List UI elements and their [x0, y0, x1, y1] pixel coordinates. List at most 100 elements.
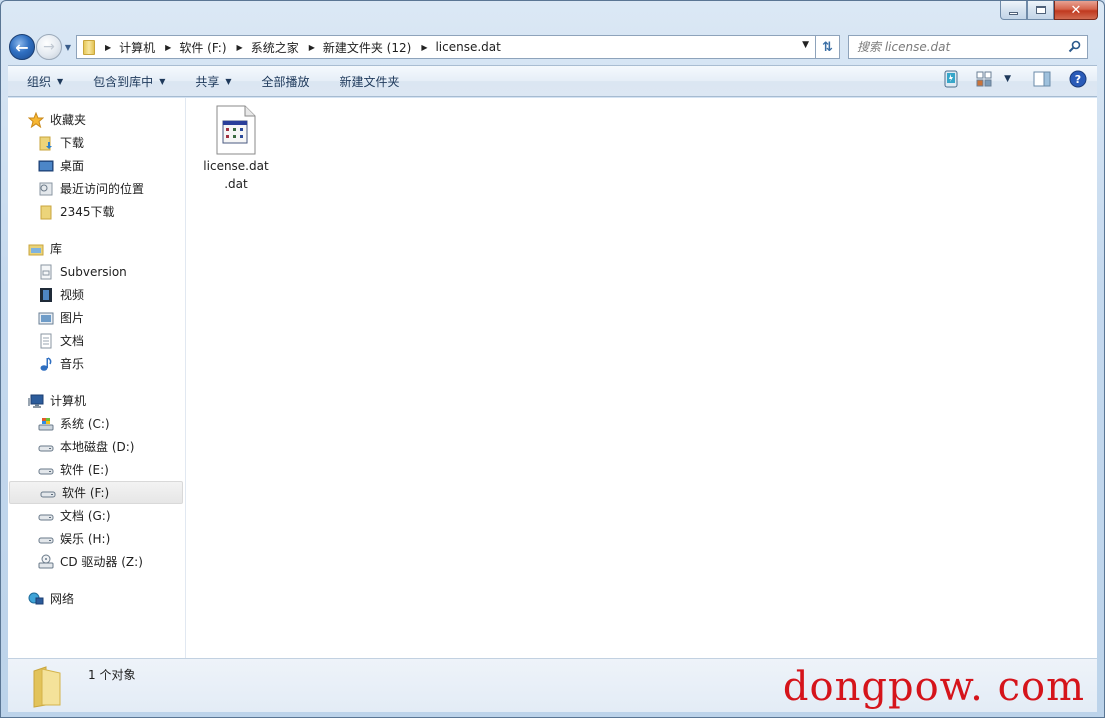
sidebar-item-label: 本地磁盘 (D:)	[60, 440, 135, 454]
sidebar-item-downloads[interactable]: 下载	[8, 131, 185, 154]
sidebar-item-label: 计算机	[50, 394, 87, 408]
breadcrumb-separator-icon[interactable]: ▶	[165, 43, 171, 52]
sidebar-item-drive-e[interactable]: 软件 (E:)	[8, 458, 185, 481]
breadcrumb-separator-icon[interactable]: ▶	[105, 43, 111, 52]
network-icon	[28, 591, 44, 607]
downloads-folder-icon	[38, 135, 54, 151]
explorer-window: ✕ ← → ▼ ▶ 计算机 ▶ 软件 (F:) ▶ 系统之家 ▶ 新建文件夹 (…	[0, 0, 1105, 718]
navigation-pane: 收藏夹 下载 桌面 最近访问的位置 2345下载 库 Subversion 视频…	[8, 98, 186, 658]
close-icon: ✕	[1070, 2, 1082, 18]
music-icon	[38, 356, 54, 372]
sidebar-item-label: Subversion	[60, 264, 127, 279]
share-button[interactable]: 共享 ▼	[188, 69, 238, 93]
search-icon[interactable]	[1068, 40, 1081, 53]
breadcrumb-item[interactable]: 计算机	[119, 39, 155, 56]
sidebar-item-drive-f[interactable]: 软件 (F:)	[9, 481, 183, 504]
close-button[interactable]: ✕	[1054, 1, 1098, 20]
search-input[interactable]	[857, 40, 1057, 54]
sidebar-item-label: 收藏夹	[50, 113, 87, 127]
forward-button[interactable]: →	[36, 34, 62, 60]
sidebar-item-recent-places[interactable]: 最近访问的位置	[8, 177, 185, 200]
dat-file-icon	[216, 105, 256, 155]
search-box[interactable]	[848, 35, 1088, 59]
video-icon	[38, 287, 54, 303]
maximize-button[interactable]	[1027, 1, 1054, 20]
breadcrumb-separator-icon[interactable]: ▶	[421, 43, 427, 52]
sidebar-item-videos[interactable]: 视频	[8, 283, 185, 306]
sidebar-item-drive-g[interactable]: 文档 (G:)	[8, 504, 185, 527]
sidebar-item-label: 最近访问的位置	[60, 182, 145, 196]
sidebar-item-documents[interactable]: 文档	[8, 329, 185, 352]
help-icon: ?	[1069, 70, 1087, 88]
breadcrumb: ▶ 计算机 ▶ 软件 (F:) ▶ 系统之家 ▶ 新建文件夹 (12) ▶ li…	[95, 39, 501, 56]
breadcrumb-separator-icon[interactable]: ▶	[237, 43, 243, 52]
sidebar-item-label: 文档	[60, 334, 85, 348]
sidebar-item-subversion[interactable]: Subversion	[8, 260, 185, 283]
address-dropdown-icon[interactable]: ▼	[802, 40, 809, 50]
main-area: 收藏夹 下载 桌面 最近访问的位置 2345下载 库 Subversion 视频…	[8, 98, 1097, 658]
sidebar-item-label: 文档 (G:)	[60, 509, 111, 523]
sidebar-item-label: 下载	[60, 136, 85, 150]
sidebar-item-favorites[interactable]: 收藏夹	[8, 108, 185, 131]
minimize-icon	[1009, 11, 1018, 15]
sidebar-item-drive-d[interactable]: 本地磁盘 (D:)	[8, 435, 185, 458]
breadcrumb-separator-icon[interactable]: ▶	[309, 43, 315, 52]
sidebar-item-label: 系统 (C:)	[60, 417, 110, 431]
include-in-library-button[interactable]: 包含到库中 ▼	[86, 69, 172, 93]
chevron-down-icon: ▼	[57, 76, 64, 86]
library-icon	[28, 241, 44, 257]
sidebar-item-cd-drive[interactable]: CD 驱动器 (Z:)	[8, 550, 185, 573]
item-count: 1 个对象	[88, 668, 136, 682]
breadcrumb-item[interactable]: 系统之家	[251, 39, 299, 56]
sidebar-item-desktop[interactable]: 桌面	[8, 154, 185, 177]
help-button[interactable]: ?	[1069, 70, 1087, 88]
play-all-label: 全部播放	[261, 74, 310, 89]
device-sync-button[interactable]	[944, 70, 958, 88]
view-options-dropdown[interactable]: ▼	[1004, 74, 1011, 84]
organize-label: 组织	[27, 74, 52, 89]
chevron-down-icon: ▼	[159, 76, 166, 86]
sidebar-item-computer[interactable]: 计算机	[8, 389, 185, 412]
change-view-button[interactable]	[976, 71, 992, 87]
new-folder-button[interactable]: 新建文件夹	[333, 69, 407, 93]
refresh-icon: ⇅	[822, 39, 833, 55]
sidebar-item-drive-c[interactable]: 系统 (C:)	[8, 412, 185, 435]
star-icon	[28, 111, 44, 128]
sidebar-item-label: 桌面	[60, 159, 85, 173]
sidebar-item-label: 2345下载	[60, 205, 115, 219]
view-controls: ▼ ?	[930, 70, 1087, 88]
favorites-group: 收藏夹 下载 桌面 最近访问的位置 2345下载	[8, 108, 185, 223]
view-grid-icon	[976, 71, 992, 87]
recent-pages-dropdown[interactable]: ▼	[62, 43, 74, 52]
sidebar-item-libraries[interactable]: 库	[8, 237, 185, 260]
sidebar-item-label: 娱乐 (H:)	[60, 532, 111, 546]
sidebar-item-2345-downloads[interactable]: 2345下载	[8, 200, 185, 223]
minimize-button[interactable]	[1000, 1, 1027, 20]
breadcrumb-item[interactable]: 新建文件夹 (12)	[323, 39, 411, 56]
command-bar: 组织 ▼ 包含到库中 ▼ 共享 ▼ 全部播放 新建文件夹 ▼ ?	[8, 65, 1097, 97]
network-group: 网络	[8, 587, 185, 610]
play-all-button[interactable]: 全部播放	[255, 69, 317, 93]
maximize-icon	[1035, 6, 1046, 14]
refresh-button[interactable]: ⇅	[816, 35, 840, 59]
sidebar-item-label: 软件 (F:)	[62, 486, 110, 500]
back-button[interactable]: ←	[9, 34, 35, 60]
sidebar-item-label: 网络	[50, 592, 75, 606]
breadcrumb-item[interactable]: license.dat	[435, 40, 500, 54]
recent-places-icon	[38, 181, 54, 197]
navigation-bar: ← → ▼ ▶ 计算机 ▶ 软件 (F:) ▶ 系统之家 ▶ 新建文件夹 (12…	[9, 33, 1096, 61]
sidebar-item-network[interactable]: 网络	[8, 587, 185, 610]
sidebar-item-pictures[interactable]: 图片	[8, 306, 185, 329]
preview-pane-button[interactable]	[1033, 71, 1051, 87]
sidebar-item-music[interactable]: 音乐	[8, 352, 185, 375]
organize-button[interactable]: 组织 ▼	[20, 69, 70, 93]
computer-icon	[28, 393, 44, 409]
address-bar[interactable]: ▶ 计算机 ▶ 软件 (F:) ▶ 系统之家 ▶ 新建文件夹 (12) ▶ li…	[76, 35, 816, 59]
folder-icon	[33, 666, 61, 708]
breadcrumb-item[interactable]: 软件 (F:)	[179, 39, 226, 56]
sidebar-item-label: 图片	[60, 311, 85, 325]
sidebar-item-drive-h[interactable]: 娱乐 (H:)	[8, 527, 185, 550]
drive-icon	[38, 508, 54, 524]
file-name: license.dat .dat	[203, 157, 268, 193]
file-item[interactable]: license.dat .dat	[201, 105, 271, 193]
